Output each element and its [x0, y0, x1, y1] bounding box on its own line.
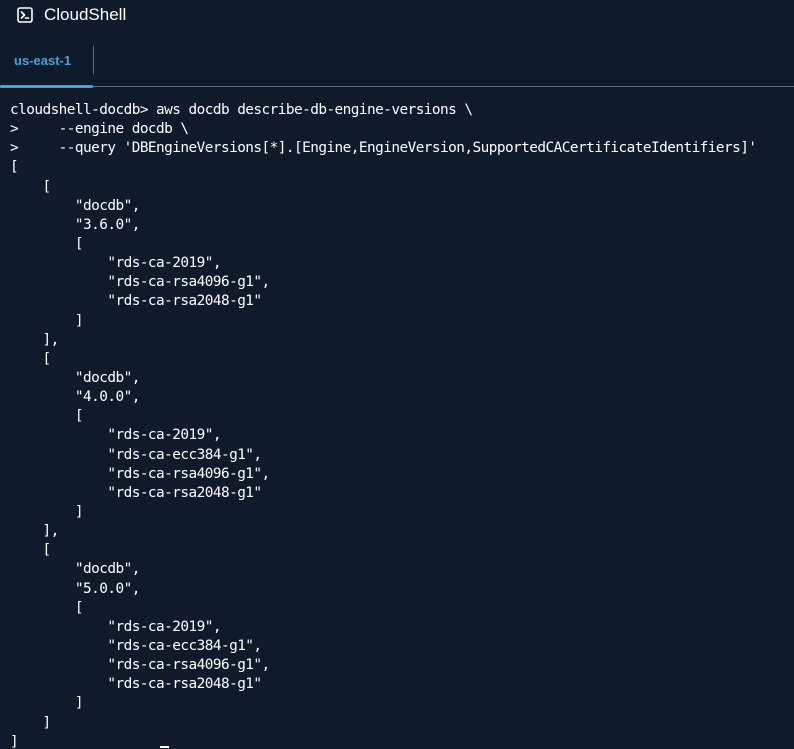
terminal-line: "rds-ca-rsa4096-g1",: [10, 274, 270, 291]
terminal-line: "rds-ca-2019",: [10, 427, 221, 444]
terminal-line: "4.0.0",: [10, 389, 140, 406]
terminal-line: ]: [10, 695, 84, 712]
terminal-line: [: [10, 599, 84, 616]
terminal-line: ]: [10, 503, 84, 520]
terminal-lines: cloudshell-docdb> aws docdb describe-db-…: [10, 101, 757, 749]
terminal-line: "rds-ca-rsa2048-g1": [10, 676, 262, 693]
cloudshell-window: CloudShell us-east-1 cloudshell-docdb> a…: [0, 0, 794, 749]
terminal-line: "3.6.0",: [10, 216, 140, 233]
terminal-line: "rds-ca-rsa2048-g1": [10, 293, 262, 310]
terminal-line: [: [10, 408, 84, 425]
terminal-output[interactable]: cloudshell-docdb> aws docdb describe-db-…: [0, 88, 794, 749]
terminal-line: > --query 'DBEngineVersions[*].[Engine,E…: [10, 140, 757, 157]
terminal-line: [: [10, 159, 19, 176]
tab-divider: [93, 46, 94, 74]
terminal-line: "rds-ca-2019",: [10, 255, 221, 272]
terminal-line: "docdb",: [10, 197, 140, 214]
terminal-line: > --engine docdb \: [10, 121, 189, 138]
terminal-line: ],: [10, 331, 59, 348]
terminal-line: "docdb",: [10, 369, 140, 386]
session-tab-bar: us-east-1: [0, 34, 794, 88]
terminal-line: cloudshell-docdb> aws docdb describe-db-…: [10, 102, 473, 118]
terminal-line: [: [10, 350, 51, 367]
app-title: CloudShell: [44, 5, 127, 24]
terminal-line: ],: [10, 523, 59, 540]
terminal-line: [: [10, 542, 51, 559]
tab-label: us-east-1: [14, 53, 72, 68]
terminal-line: "rds-ca-rsa4096-g1",: [10, 465, 270, 482]
terminal-line: "rds-ca-ecc384-g1",: [10, 446, 262, 463]
terminal-line: "rds-ca-2019",: [10, 618, 221, 635]
terminal-prompt-icon: [17, 7, 33, 23]
terminal-line: [: [10, 178, 51, 195]
tab-us-east-1[interactable]: us-east-1: [0, 34, 93, 88]
terminal-line: "rds-ca-rsa4096-g1",: [10, 657, 270, 674]
terminal-line: "docdb",: [10, 561, 140, 578]
terminal-line: ]: [10, 733, 19, 749]
title-bar: CloudShell: [0, 0, 794, 32]
terminal-line: [: [10, 235, 84, 252]
terminal-cursor: [160, 746, 169, 748]
terminal-line: "rds-ca-ecc384-g1",: [10, 637, 262, 654]
terminal-line: ]: [10, 312, 84, 329]
terminal-line: ]: [10, 714, 51, 731]
terminal-line: "5.0.0",: [10, 580, 140, 597]
terminal-line: "rds-ca-rsa2048-g1": [10, 484, 262, 501]
